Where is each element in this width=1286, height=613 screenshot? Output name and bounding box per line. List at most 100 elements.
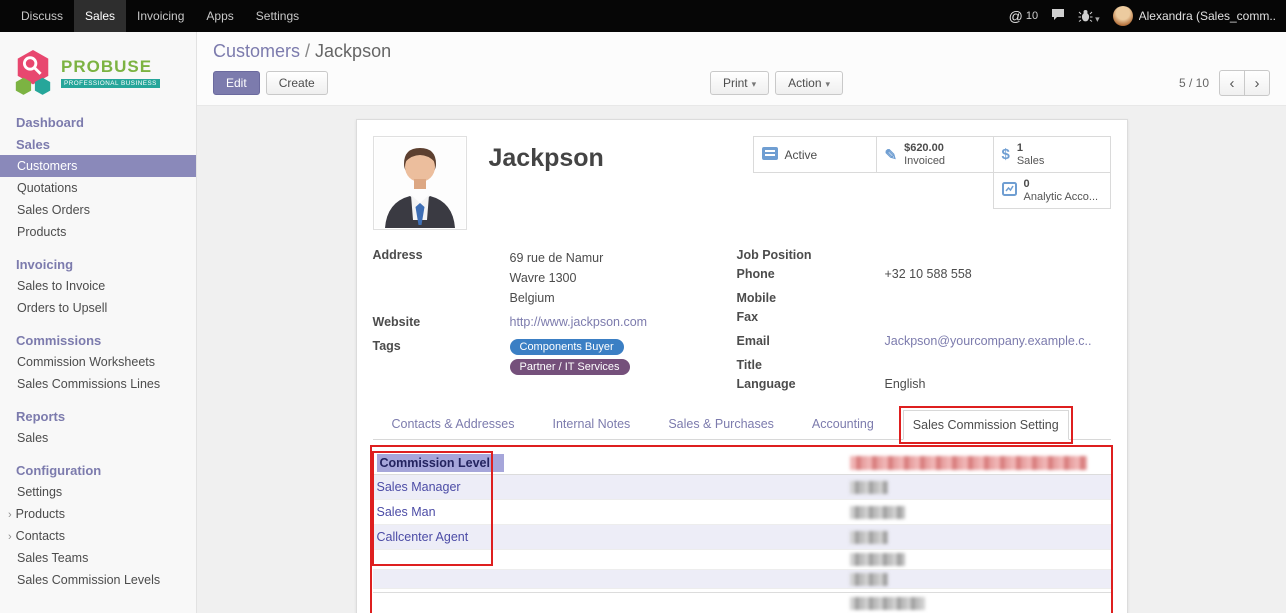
expand-arrow-icon: ›	[8, 531, 12, 543]
sidebar-heading-configuration[interactable]: Configuration	[0, 459, 196, 481]
tab-bar: Contacts & Addresses Internal Notes Sale…	[373, 410, 1111, 440]
tab-sales-purchases[interactable]: Sales & Purchases	[659, 410, 783, 439]
invoiced-stat-button[interactable]: ✎ $620.00Invoiced	[876, 136, 994, 173]
notebook: Contacts & Addresses Internal Notes Sale…	[373, 410, 1111, 613]
table-row-empty[interactable]	[373, 570, 1111, 589]
active-toggle-icon	[762, 147, 778, 163]
menu-sales[interactable]: Sales	[74, 0, 126, 32]
edit-button[interactable]: Edit	[213, 71, 260, 95]
sidebar-item-sales-teams[interactable]: Sales Teams	[0, 547, 196, 569]
menu-invoicing[interactable]: Invoicing	[126, 0, 195, 32]
sidebar-item-products[interactable]: Products	[0, 221, 196, 243]
caret-down-icon: ▾	[826, 79, 831, 89]
sidebar-item-config-contacts[interactable]: ›Contacts	[0, 525, 196, 547]
pencil-icon: ✎	[885, 146, 898, 164]
table-row-sales-man[interactable]: Sales Man	[373, 500, 1111, 525]
tags-label: Tags	[373, 339, 510, 375]
user-menu[interactable]: Alexandra (Sales_comm..	[1113, 6, 1276, 26]
fax-label: Fax	[737, 310, 885, 327]
sidebar-item-settings[interactable]: Settings	[0, 481, 196, 503]
sidebar-item-sales-commission-levels[interactable]: Sales Commission Levels	[0, 569, 196, 591]
topbar-menus: Discuss Sales Invoicing Apps Settings	[10, 0, 310, 32]
job-position-label: Job Position	[737, 248, 885, 265]
website-link[interactable]: http://www.jackpson.com	[510, 315, 648, 332]
email-link[interactable]: Jackpson@yourcompany.example.c..	[885, 334, 1092, 351]
messages-icon[interactable]	[1051, 8, 1065, 24]
control-panel: Customers/Jackpson Edit Create Print▾ Ac…	[197, 32, 1286, 106]
action-dropdown[interactable]: Action▾	[775, 71, 843, 95]
breadcrumb: Customers/Jackpson	[213, 41, 1270, 62]
address-label: Address	[373, 248, 510, 308]
sidebar-item-reports-sales[interactable]: Sales	[0, 427, 196, 449]
pager-previous-button[interactable]: ‹	[1219, 70, 1245, 96]
table-row-callcenter-agent[interactable]: Callcenter Agent	[373, 525, 1111, 550]
commission-level-column-header[interactable]: Commission Level	[377, 454, 504, 472]
active-stat-button[interactable]: Active	[753, 136, 877, 173]
table-footer-row	[373, 593, 1111, 613]
customer-form-sheet: Jackpson Active ✎ $620.00Invoiced	[356, 119, 1128, 613]
sales-stat-button[interactable]: $ 1Sales	[993, 136, 1111, 173]
mention-counter[interactable]: @ 10	[1009, 8, 1038, 24]
address-value: 69 rue de Namur Wavre 1300 Belgium	[510, 248, 604, 308]
pager-next-button[interactable]: ›	[1244, 70, 1270, 96]
table-header-row: Commission Level	[373, 452, 1111, 475]
website-label: Website	[373, 315, 510, 332]
menu-apps[interactable]: Apps	[195, 0, 244, 32]
tab-accounting[interactable]: Accounting	[803, 410, 883, 439]
sidebar-heading-commissions[interactable]: Commissions	[0, 329, 196, 351]
redacted-cell	[850, 481, 888, 494]
sidebar-heading-dashboard[interactable]: Dashboard	[0, 111, 196, 133]
field-area: Address 69 rue de Namur Wavre 1300 Belgi…	[373, 248, 1111, 396]
commission-level-table: Commission Level Sales Manager Sales Man	[373, 452, 1111, 613]
table-row-sales-manager[interactable]: Sales Manager	[373, 475, 1111, 500]
redacted-cell	[850, 573, 888, 586]
probuse-logo[interactable]: PROBUSE PROFESSIONAL BUSINESS	[0, 32, 196, 111]
redacted-cell	[850, 531, 888, 544]
menu-discuss[interactable]: Discuss	[10, 0, 74, 32]
create-button[interactable]: Create	[266, 71, 328, 95]
phone-value: +32 10 588 558	[885, 267, 972, 284]
sidebar-item-config-products[interactable]: ›Products	[0, 503, 196, 525]
tab-internal-notes[interactable]: Internal Notes	[543, 410, 639, 439]
pager-counter: 5 / 10	[1179, 76, 1209, 90]
mention-icon: @	[1009, 8, 1023, 24]
user-name: Alexandra (Sales_comm..	[1139, 9, 1276, 23]
tag-partner-it-services: Partner / IT Services	[510, 359, 630, 375]
caret-down-icon: ▾	[752, 79, 757, 89]
breadcrumb-customers[interactable]: Customers	[213, 41, 300, 61]
sidebar-nav: Dashboard Sales Customers Quotations Sal…	[0, 111, 196, 591]
redacted-header-cell	[850, 456, 1087, 470]
sidebar-item-sales-orders[interactable]: Sales Orders	[0, 199, 196, 221]
sidebar-item-sales-to-invoice[interactable]: Sales to Invoice	[0, 275, 196, 297]
sidebar-item-sales-commissions-lines[interactable]: Sales Commissions Lines	[0, 373, 196, 395]
form-view: Jackpson Active ✎ $620.00Invoiced	[197, 106, 1286, 613]
probuse-logo-icon	[12, 49, 54, 95]
customer-photo	[373, 136, 467, 230]
user-avatar	[1113, 6, 1133, 26]
sidebar-item-commission-worksheets[interactable]: Commission Worksheets	[0, 351, 196, 373]
table-row-empty[interactable]	[373, 550, 1111, 570]
sidebar-heading-invoicing[interactable]: Invoicing	[0, 253, 196, 275]
tags-value: Components Buyer Partner / IT Services	[510, 339, 630, 375]
sidebar-item-quotations[interactable]: Quotations	[0, 177, 196, 199]
email-label: Email	[737, 334, 885, 351]
mobile-label: Mobile	[737, 291, 885, 308]
systray: @ 10 ▾ Alexandra (Sales_comm..	[1009, 6, 1276, 26]
tab-contacts-addresses[interactable]: Contacts & Addresses	[383, 410, 524, 439]
breadcrumb-current: Jackpson	[315, 41, 391, 61]
tab-sales-commission-setting[interactable]: Sales Commission Setting	[903, 410, 1069, 440]
sidebar-heading-reports[interactable]: Reports	[0, 405, 196, 427]
sidebar-item-orders-to-upsell[interactable]: Orders to Upsell	[0, 297, 196, 319]
debug-bug-icon[interactable]: ▾	[1078, 8, 1100, 25]
stat-button-box: Active ✎ $620.00Invoiced $ 1Sales	[752, 136, 1111, 208]
language-label: Language	[737, 377, 885, 394]
analytic-accounts-stat-button[interactable]: 0Analytic Acco...	[993, 172, 1111, 209]
menu-settings[interactable]: Settings	[245, 0, 310, 32]
print-dropdown[interactable]: Print▾	[710, 71, 769, 95]
sidebar-heading-sales[interactable]: Sales	[0, 133, 196, 155]
logo-subtitle: PROFESSIONAL BUSINESS	[61, 79, 160, 88]
topbar: Discuss Sales Invoicing Apps Settings @ …	[0, 0, 1286, 32]
sidebar-item-customers[interactable]: Customers	[0, 155, 196, 177]
sidebar: PROBUSE PROFESSIONAL BUSINESS Dashboard …	[0, 32, 197, 613]
logo-title: PROBUSE	[61, 57, 160, 77]
